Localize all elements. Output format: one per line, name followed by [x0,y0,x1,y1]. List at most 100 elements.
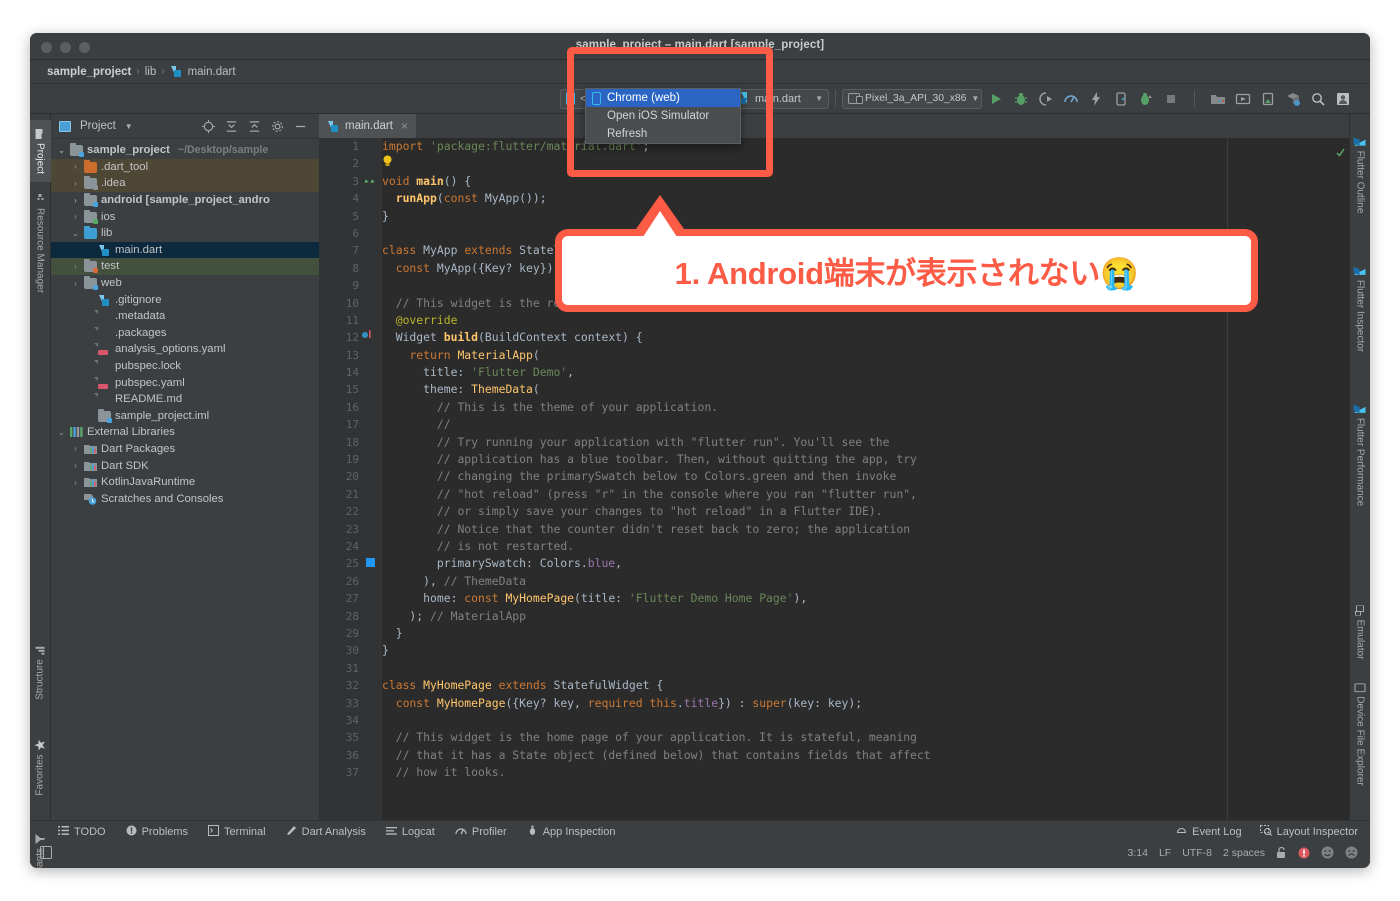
tool-window-button[interactable]: Logcat [385,825,435,839]
override-method-icon[interactable] [360,329,374,346]
dropdown-item[interactable]: Chrome (web) [586,89,740,107]
tree-item[interactable]: › Dart SDK [51,457,319,474]
stop-icon[interactable] [1163,91,1179,107]
code-line[interactable]: 34 [319,712,1349,729]
chevron-right-icon[interactable]: › [71,262,80,271]
breadcrumb-item-lib[interactable]: lib [145,66,157,78]
run-configuration-combo[interactable]: main.dart ▼ [733,88,829,109]
tool-window-button[interactable]: App Inspection [527,825,615,839]
chevron-down-icon[interactable]: ⌄ [71,229,80,238]
editor-tab-main-dart[interactable]: main.dart × [319,114,416,138]
debug-icon[interactable] [1013,91,1029,107]
tree-item[interactable]: ⌄ sample_project ~/Desktop/sample [51,142,319,159]
code-line[interactable]: 17 // [319,416,1349,433]
tree-item[interactable]: ⌄ lib [51,225,319,242]
device-dropdown-menu[interactable]: Chrome (web) Open iOS Simulator Refresh [585,88,741,144]
code-line[interactable]: 20 // changing the primarySwatch below t… [319,468,1349,485]
chevron-right-icon[interactable]: › [71,212,80,221]
chevron-right-icon[interactable]: › [71,162,80,171]
tree-item[interactable]: analysis_options.yaml [51,341,319,358]
error-badge-icon[interactable] [1298,847,1310,859]
sidebar-item-emulator[interactable]: Emulator [1355,605,1366,660]
code-line[interactable]: 21 // "hot reload" (press "r" in the con… [319,486,1349,503]
search-everywhere-icon[interactable] [1310,91,1326,107]
run-gutter-icon[interactable]: ▸▸ [363,173,377,190]
sidebar-item-structure[interactable]: Structure [35,645,46,700]
breadcrumb-item-project[interactable]: sample_project [47,66,131,78]
code-line[interactable]: 26 ), // ThemeData [319,573,1349,590]
sidebar-item-project[interactable]: Project [35,128,46,174]
tree-item[interactable]: pubspec.yaml [51,374,319,391]
project-tree[interactable]: ⌄ sample_project ~/Desktop/sample › .dart_to… [51,139,319,820]
code-line[interactable]: 1 import 'package:flutter/material.dart'; [319,138,1349,155]
code-line[interactable]: 22 // or simply save your changes to "ho… [319,503,1349,520]
tool-window-button[interactable]: TODO [58,825,106,839]
sidebar-item-flutter-performance[interactable]: Flutter Performance [1355,405,1366,506]
tree-item[interactable]: › .idea [51,175,319,192]
code-line[interactable]: 11 @override [319,312,1349,329]
chevron-down-icon[interactable]: ⌄ [57,428,66,437]
chevron-down-icon[interactable]: ⌄ [57,146,66,155]
code-line[interactable]: 16 // This is the theme of your applicat… [319,399,1349,416]
chevron-right-icon[interactable]: › [71,279,80,288]
sidebar-item-resource-manager[interactable]: Resource Manager [35,193,46,293]
code-line[interactable]: 15 theme: ThemeData( [319,381,1349,398]
code-line[interactable]: 18 // Try running your application with … [319,434,1349,451]
tree-item[interactable]: › android [sample_project_andro [51,192,319,209]
tool-window-button[interactable]: Dart Analysis [286,825,366,839]
restart-icon[interactable] [1138,91,1154,107]
code-line[interactable]: 13 return MaterialApp( [319,347,1349,364]
code-line[interactable]: 32 class MyHomePage extends StatefulWidge… [319,677,1349,694]
caret-position[interactable]: 3:14 [1128,847,1148,859]
intention-bulb-icon[interactable] [380,155,394,172]
code-line[interactable]: 29 } [319,625,1349,642]
collapse-all-icon[interactable] [248,120,261,133]
dropdown-item[interactable]: Open iOS Simulator [586,107,740,125]
tool-window-button[interactable]: Layout Inspector [1259,824,1358,839]
file-encoding[interactable]: UTF-8 [1182,847,1212,859]
code-line[interactable]: 19 // application has a blue toolbar. Th… [319,451,1349,468]
breadcrumb-item-file[interactable]: main.dart [188,66,236,78]
tree-item[interactable]: .gitignore [51,291,319,308]
sdk-manager-icon[interactable] [1235,91,1251,107]
tree-item[interactable]: › .dart_tool [51,158,319,176]
gear-icon[interactable] [271,120,284,133]
tree-item[interactable]: ⌄ External Libraries [51,424,319,441]
chevron-right-icon[interactable]: › [71,444,80,453]
sidebar-item-flutter-outline[interactable]: Flutter Outline [1355,138,1366,214]
run-with-coverage-icon[interactable] [1038,91,1054,107]
code-line[interactable]: 5} [319,208,1349,225]
chevron-right-icon[interactable]: › [71,196,80,205]
flutter-attach-icon[interactable] [1113,91,1129,107]
expand-all-icon[interactable] [225,120,238,133]
code-line[interactable]: 23 // Notice that the counter didn't res… [319,521,1349,538]
tree-item[interactable]: main.dart [51,241,319,259]
sidebar-item-flutter-inspector[interactable]: Flutter Inspector [1355,267,1366,352]
chevron-down-icon[interactable]: ▼ [125,122,133,131]
tree-item[interactable]: sample_project.iml [51,408,319,425]
chevron-right-icon[interactable]: › [71,179,80,188]
code-line[interactable]: 24 // is not restarted. [319,538,1349,555]
account-icon[interactable] [1335,91,1351,107]
tool-window-button[interactable]: Profiler [455,825,507,839]
code-line[interactable]: 27 home: const MyHomePage(title: 'Flutte… [319,590,1349,607]
run-icon[interactable] [988,91,1004,107]
code-line[interactable]: 3 ▸▸ void main() { [319,173,1349,190]
chevron-right-icon[interactable]: › [71,461,80,470]
chevron-right-icon[interactable]: › [71,478,80,487]
tree-item[interactable]: › KotlinJavaRuntime [51,474,319,491]
code-line[interactable]: 2 [319,155,1349,172]
code-line[interactable]: 35 // This widget is the home page of yo… [319,729,1349,746]
code-line[interactable]: 28 ); // MaterialApp [319,608,1349,625]
sidebar-item-build-variants[interactable]: Build Variants [35,834,46,868]
code-line[interactable]: 37 // how it looks. [319,764,1349,781]
hot-reload-icon[interactable] [1088,91,1104,107]
line-separator[interactable]: LF [1159,847,1171,859]
sidebar-item-favorites[interactable]: Favorites [34,739,46,796]
unlocked-icon[interactable] [1276,846,1287,859]
tool-window-button[interactable]: Event Log [1176,825,1242,839]
close-icon[interactable]: × [401,119,408,133]
locate-icon[interactable] [202,119,215,133]
device-manager-icon[interactable] [1260,91,1276,107]
color-swatch-icon[interactable] [363,555,377,572]
